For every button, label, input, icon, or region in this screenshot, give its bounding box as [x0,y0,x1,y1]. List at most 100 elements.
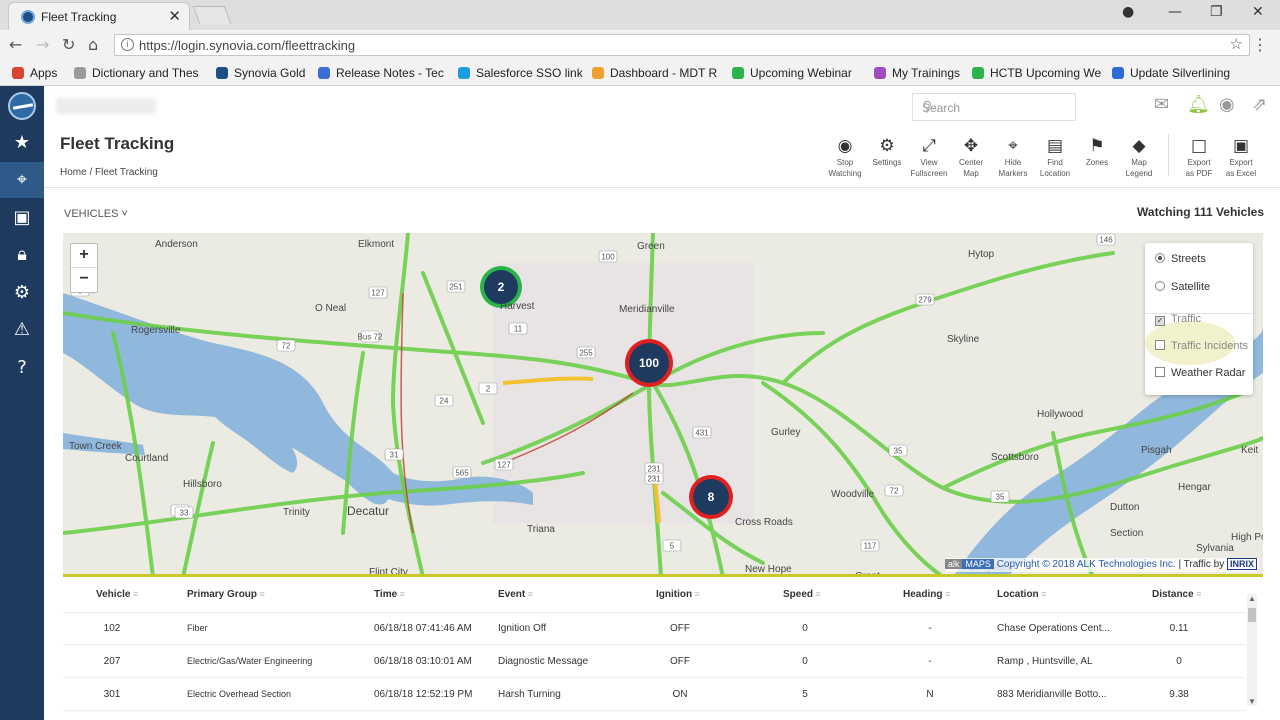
table-cell[interactable]: OFF [640,623,720,634]
search-input[interactable]: Search ⚲ [912,93,1076,121]
bookmark-9[interactable]: Update Silverlining [1112,66,1230,80]
browser-tab[interactable]: Fleet Tracking ✕ [8,2,190,30]
bookmark-0[interactable]: Apps [12,66,57,80]
table-cell[interactable]: 883 Meridianville Botto... [997,689,1107,700]
scroll-down-icon[interactable]: ▼ [1248,697,1256,706]
table-cell[interactable]: OFF [640,656,720,667]
table-cell[interactable]: Ramp , Huntsville, AL [997,656,1093,667]
table-cell[interactable]: 0 [765,623,845,634]
layer-traffic-incidents-option[interactable]: Traffic Incidents [1155,340,1248,352]
column-header-event[interactable]: Event [498,589,533,600]
toolbar-crosshair-button[interactable]: ✥ Center Map [950,136,992,178]
table-cell[interactable]: 06/18/18 12:52:19 PM [374,689,472,700]
toolbar-flag-button[interactable]: ⚑ Zones [1076,136,1118,169]
browser-menu-icon[interactable]: ⋮ [1252,35,1268,55]
table-cell[interactable]: N [890,689,970,700]
table-cell[interactable]: 0 [765,656,845,667]
zoom-out-button[interactable]: − [71,268,97,292]
table-cell[interactable]: ON [640,689,720,700]
toolbar-gears-button[interactable]: ⚙ Settings [866,136,908,169]
toolbar-excel-file-button[interactable]: ▣ Export as Excel [1220,136,1262,178]
column-header-distance[interactable]: Distance [1152,589,1201,600]
warning-icon[interactable]: ⚠ [0,312,44,348]
map-canvas[interactable]: Anderson Elkmont Green Hytop Rogersville O Ne… [63,233,1263,577]
user-avatar-icon[interactable]: ◉ [1219,94,1235,115]
favorites-star-icon[interactable]: ★ [0,125,44,161]
table-cell[interactable]: 207 [72,656,152,667]
toolbar-expand-button[interactable]: ⤢ View Fullscreen [908,136,950,178]
table-cell[interactable]: 0 [1139,656,1219,667]
grid-scrollbar[interactable]: ▲ ▼ [1247,594,1257,706]
table-cell[interactable]: 0.11 [1139,623,1219,634]
zoom-in-button[interactable]: + [71,244,97,268]
mail-icon[interactable]: ✉ [1154,94,1169,115]
table-cell[interactable]: 9.38 [1139,689,1219,700]
checkbox[interactable] [1155,367,1165,377]
maximize-window-icon[interactable]: ❐ [1210,4,1223,20]
help-icon[interactable]: ? [0,350,44,386]
table-cell[interactable]: 102 [72,623,152,634]
table-cell[interactable]: 301 [72,689,152,700]
scroll-up-icon[interactable]: ▲ [1248,594,1256,603]
cluster-count[interactable]: 8 [708,490,715,504]
toolbar-map-marker-button[interactable]: ⌖ Hide Markers [992,136,1034,178]
external-link-icon[interactable]: ⇗ [1252,94,1267,115]
lock-icon[interactable]: 🔒︎ [0,237,44,273]
home-icon[interactable]: ⌂ [88,35,98,54]
column-header-speed[interactable]: Speed [783,589,821,600]
cluster-count[interactable]: 100 [639,356,659,370]
url-input[interactable]: i https://login.synovia.com/fleettrackin… [114,34,1250,56]
bookmark-6[interactable]: Upcoming Webinar [732,66,852,80]
search-icon[interactable]: ⚲ [922,98,1067,115]
radio-button[interactable] [1155,281,1165,291]
table-cell[interactable]: 5 [765,689,845,700]
table-cell[interactable]: Fiber [187,623,208,633]
synovia-logo-icon[interactable] [8,92,36,120]
cluster-count[interactable]: 2 [498,280,505,294]
table-cell[interactable]: Chase Operations Cent... [997,623,1110,634]
table-cell[interactable]: Ignition Off [498,623,546,634]
breadcrumb[interactable]: Home / Fleet Tracking [60,167,158,178]
table-cell[interactable]: Electric Overhead Section [187,689,291,699]
bookmark-3[interactable]: Release Notes - Tec [318,66,444,80]
forward-arrow-icon[interactable]: → [36,35,49,54]
layer-streets-option[interactable]: Streets [1155,253,1206,265]
map-marker-nav-icon[interactable]: ⌖ [0,162,44,198]
scroll-thumb[interactable] [1248,608,1256,622]
layer-weather-radar-option[interactable]: Weather Radar [1155,367,1245,379]
bookmark-1[interactable]: Dictionary and Thes [74,66,199,80]
radio-button[interactable] [1155,253,1165,263]
profile-icon[interactable]: ● [1122,4,1134,20]
back-arrow-icon[interactable]: ← [9,35,22,54]
bus-icon[interactable]: ▣ [0,200,44,236]
bookmark-2[interactable]: Synovia Gold [216,66,305,80]
vehicles-dropdown[interactable]: VEHICLES ˅ [64,208,128,220]
layer-satellite-option[interactable]: Satellite [1155,281,1210,293]
table-cell[interactable]: Electric/Gas/Water Engineering [187,656,312,666]
toolbar-pdf-file-button[interactable]: □ Export as PDF [1178,136,1220,178]
table-cell[interactable]: Harsh Turning [498,689,561,700]
close-tab-icon[interactable]: ✕ [168,7,181,25]
settings-gear-icon[interactable]: ⚙ [0,275,44,311]
notification-bell-icon[interactable]: 🔔︎ [1187,94,1210,115]
toolbar-tag-button[interactable]: ◆ Map Legend [1118,136,1160,178]
bookmark-7[interactable]: My Trainings [874,66,960,80]
map-view[interactable]: Anderson Elkmont Green Hytop Rogersville O Ne… [63,233,1263,577]
reload-icon[interactable]: ↻ [62,35,75,54]
close-window-icon[interactable]: ✕ [1252,4,1264,20]
copyright-link[interactable]: Copyright © 2018 ALK Technologies Inc. [997,559,1176,570]
toolbar-map-button[interactable]: ▤ Find Location [1034,136,1076,178]
table-cell[interactable]: 06/18/18 07:41:46 AM [374,623,472,634]
site-info-icon[interactable]: i [121,38,134,51]
layer-traffic-option[interactable]: ✓ Traffic [1155,313,1201,326]
minimize-window-icon[interactable]: — [1168,4,1182,20]
column-header-ignition[interactable]: Ignition [656,589,700,600]
column-header-primary-group[interactable]: Primary Group [187,589,265,600]
table-cell[interactable]: 06/18/18 03:10:01 AM [374,656,472,667]
new-tab-button[interactable] [192,6,232,24]
bookmark-5[interactable]: Dashboard - MDT R [592,66,717,80]
checkbox[interactable]: ✓ [1155,316,1165,326]
bookmark-star-icon[interactable]: ☆ [1230,35,1243,53]
bookmark-8[interactable]: HCTB Upcoming We [972,66,1101,80]
bookmark-4[interactable]: Salesforce SSO link [458,66,583,80]
